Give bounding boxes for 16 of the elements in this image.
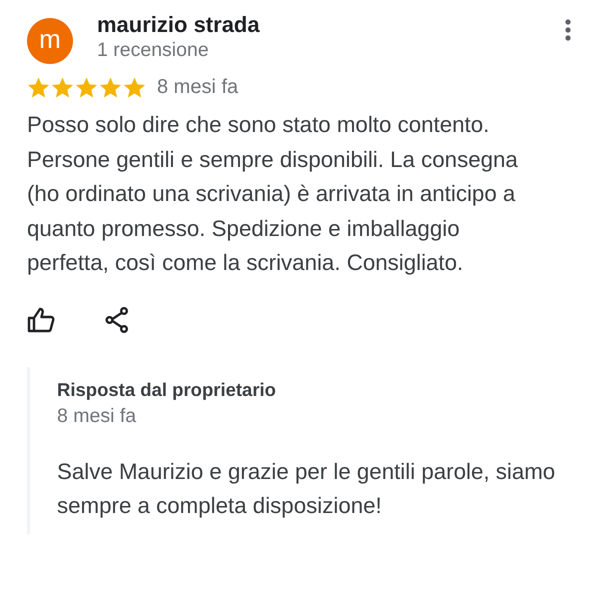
share-button[interactable] (105, 306, 129, 332)
reply-title: Risposta dal proprietario (57, 378, 277, 402)
avatar: m (27, 18, 73, 64)
star-icon (99, 76, 122, 98)
star-icon (75, 76, 98, 98)
star-icon (51, 76, 74, 98)
review-count: 1 recensione (97, 38, 210, 62)
star-icon (123, 76, 146, 98)
review-time: 8 mesi fa (157, 75, 238, 100)
review-text: Posso solo dire che sono stato molto contento. Persone gentili e sempre disponibili. La consegna (ho ordinato una scrivania) è arrivata in anticipo a quanto promesso. Spedizione e imballaggio perfetta, così come la scrivania. Consigliato. (27, 111, 519, 277)
reply-text: Salve Maurizio e grazie per le gentili parole, siamo sempre a completa disposizione! (57, 458, 556, 520)
author-name[interactable]: maurizio strada (97, 12, 560, 38)
more-options-icon (564, 18, 572, 42)
like-button[interactable] (27, 306, 55, 332)
reply-time: 8 mesi fa (57, 404, 138, 428)
star-icon (27, 76, 50, 98)
